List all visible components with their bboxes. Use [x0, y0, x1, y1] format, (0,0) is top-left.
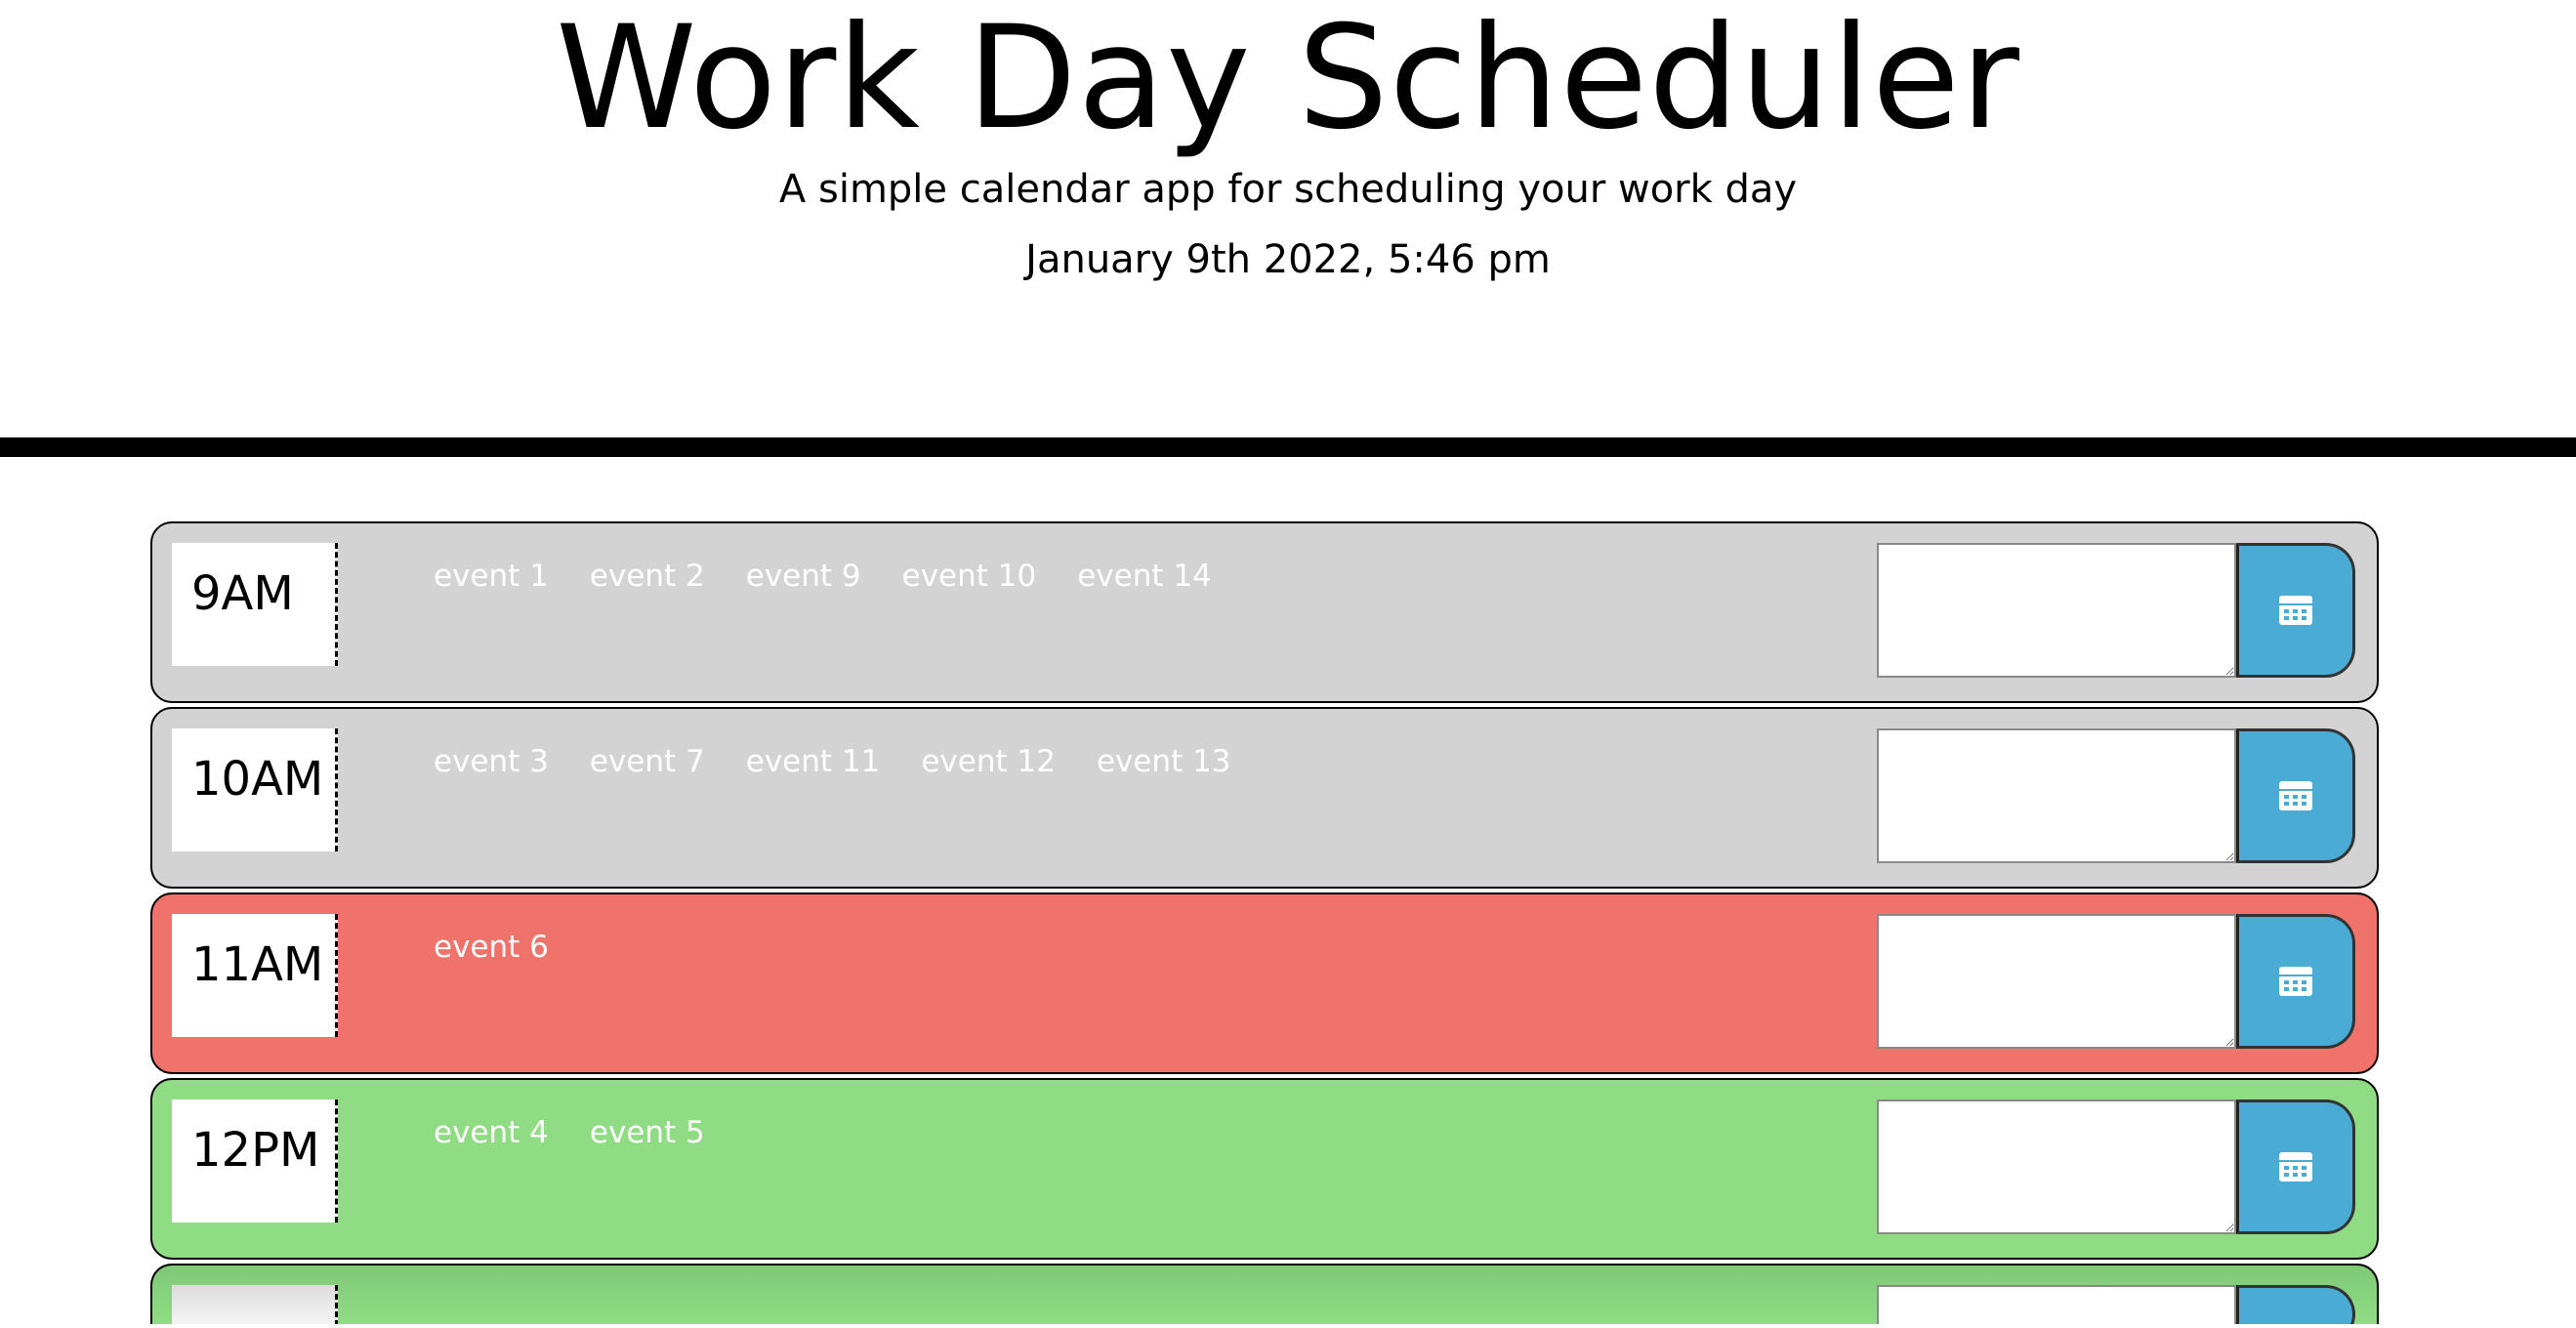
- event-item: event 2: [589, 559, 705, 594]
- page-title: Work Day Scheduler: [556, 0, 2020, 161]
- event-item: event 5: [589, 1115, 705, 1150]
- hour-label: 11AM: [172, 914, 338, 1037]
- event-list: event 3 event 7 event 11 event 12 event 13: [434, 742, 1231, 781]
- time-block-11am: 11AM event 6: [150, 892, 2379, 1074]
- event-input[interactable]: [1877, 543, 2236, 678]
- event-list: event 4 event 5: [434, 1113, 705, 1152]
- time-block-partial: [150, 1264, 2379, 1324]
- hour-label: [172, 1285, 338, 1324]
- schedule-container: 9AM event 1 event 2 event 9 event 10 event 14…: [150, 521, 2379, 1328]
- hour-label: 10AM: [172, 728, 338, 851]
- event-item: event 9: [745, 559, 861, 594]
- event-item: event 4: [434, 1115, 549, 1150]
- page-subtitle: A simple calendar app for scheduling you…: [778, 167, 1798, 212]
- current-day: January 9th 2022, 5:46 pm: [1025, 237, 1551, 282]
- event-list: event 1 event 2 event 9 event 10 event 14: [434, 557, 1212, 596]
- save-button[interactable]: [2236, 1285, 2355, 1324]
- event-item: event 7: [589, 744, 705, 779]
- event-item: event 14: [1077, 559, 1212, 594]
- time-block-10am: 10AM event 3 event 7 event 11 event 12 event …: [150, 707, 2379, 889]
- event-input[interactable]: [1877, 1100, 2236, 1234]
- hour-label: 9AM: [172, 543, 338, 666]
- event-list: event 6: [434, 928, 549, 967]
- event-item: event 13: [1096, 744, 1231, 779]
- time-block-12pm: 12PM event 4 event 5: [150, 1078, 2379, 1260]
- header-divider: [0, 437, 2576, 457]
- calendar-save-icon: [2279, 1152, 2312, 1182]
- save-button[interactable]: [2236, 1100, 2355, 1234]
- calendar-save-icon: [2279, 596, 2312, 625]
- calendar-save-icon: [2279, 781, 2312, 810]
- event-item: event 11: [745, 744, 881, 779]
- event-input[interactable]: [1877, 914, 2236, 1049]
- event-item: event 1: [434, 559, 549, 594]
- save-button[interactable]: [2236, 728, 2355, 863]
- event-item: event 3: [434, 744, 549, 779]
- event-input[interactable]: [1877, 1285, 2236, 1324]
- event-item: event 6: [434, 930, 549, 965]
- event-input[interactable]: [1877, 728, 2236, 863]
- save-button[interactable]: [2236, 914, 2355, 1049]
- header: Work Day Scheduler A simple calendar app…: [0, 0, 2576, 437]
- event-item: event 10: [901, 559, 1037, 594]
- save-button[interactable]: [2236, 543, 2355, 678]
- hour-label: 12PM: [172, 1100, 338, 1223]
- event-item: event 12: [921, 744, 1056, 779]
- time-block-9am: 9AM event 1 event 2 event 9 event 10 event 14: [150, 521, 2379, 703]
- calendar-save-icon: [2279, 967, 2312, 996]
